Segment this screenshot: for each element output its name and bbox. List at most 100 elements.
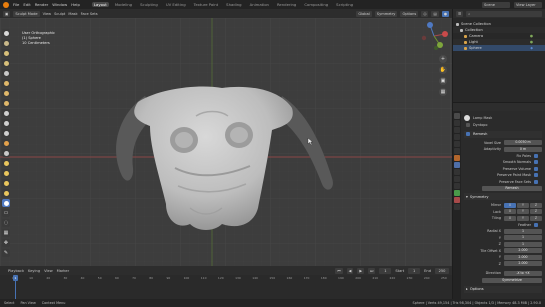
tiling-x-toggle[interactable]: X	[504, 215, 516, 221]
play-reverse-icon[interactable]: ◀	[346, 267, 354, 274]
jump-start-icon[interactable]: ⏮	[335, 267, 343, 274]
jump-end-icon[interactable]: ⏭	[368, 267, 376, 274]
mask-brush-icon[interactable]	[2, 199, 10, 207]
tiling-z-toggle[interactable]: Z	[530, 215, 542, 221]
view-layer-selector[interactable]: View Layer	[514, 1, 542, 8]
lock-y-toggle[interactable]: Y	[517, 209, 529, 215]
3d-viewport[interactable]	[0, 18, 452, 266]
menu-help[interactable]: Help	[71, 2, 80, 7]
xray-toggle-icon[interactable]: ▤	[431, 10, 439, 17]
radial-y-field[interactable]: 1	[504, 235, 542, 241]
world-tab-icon[interactable]	[454, 148, 460, 154]
navigation-gizmo[interactable]	[418, 20, 450, 52]
perspective-toggle-icon[interactable]: ▦	[439, 88, 447, 96]
fill-brush-icon[interactable]	[2, 129, 10, 137]
lock-z-toggle[interactable]: Z	[530, 209, 542, 215]
physics-tab-icon[interactable]	[454, 176, 460, 182]
fix-poles-checkbox[interactable]	[534, 153, 538, 158]
zoom-icon[interactable]: +	[439, 55, 447, 63]
rotate-brush-icon[interactable]	[2, 189, 10, 197]
start-frame-field[interactable]: 1	[408, 267, 421, 274]
move-tool-icon[interactable]: ✥	[2, 239, 10, 247]
menu-file[interactable]: File	[13, 2, 19, 7]
modifier-tab-icon[interactable]	[454, 162, 460, 168]
preserve-face-sets-checkbox[interactable]	[534, 179, 538, 184]
mode-selector[interactable]: Sculpt Mode	[13, 10, 40, 17]
camera-view-icon[interactable]: ▣	[439, 77, 447, 85]
crease-brush-icon[interactable]	[2, 99, 10, 107]
view-layer-tab-icon[interactable]	[454, 134, 460, 140]
menu-mask[interactable]: Mask	[68, 12, 77, 16]
tab-layout[interactable]: Layout	[91, 2, 109, 7]
dyntopo-row[interactable]: Dyntopo	[464, 122, 542, 129]
material-tab-icon[interactable]	[454, 197, 460, 203]
draw-sharp-brush-icon[interactable]	[2, 39, 10, 47]
menu-sculpt[interactable]: Sculpt	[54, 12, 65, 16]
preserve-paint-mask-checkbox[interactable]	[534, 173, 538, 178]
lock-x-toggle[interactable]: X	[504, 209, 516, 215]
clay-brush-icon[interactable]	[2, 49, 10, 57]
menu-render[interactable]: Render	[35, 2, 49, 7]
remesh-section-header[interactable]: Remesh	[464, 130, 542, 138]
flatten-brush-icon[interactable]	[2, 119, 10, 127]
remesh-checkbox[interactable]	[466, 132, 470, 136]
shading-solid-icon[interactable]: ●	[441, 10, 449, 17]
menu-edit[interactable]: Edit	[23, 2, 30, 7]
tab-animation[interactable]: Animation	[248, 2, 271, 7]
smooth-normals-checkbox[interactable]	[534, 160, 538, 165]
outliner-editor-icon[interactable]: ☰	[456, 10, 464, 17]
blender-logo-icon[interactable]	[3, 1, 9, 8]
draw-brush-icon[interactable]	[2, 29, 10, 37]
tab-sculpting[interactable]: Sculpting	[138, 2, 160, 7]
object-tab-icon[interactable]	[454, 155, 460, 161]
editor-type-icon[interactable]: ▣	[3, 10, 11, 17]
mesh-filter-icon[interactable]: ▦	[2, 229, 10, 237]
tool-tab-icon[interactable]	[454, 113, 460, 119]
menu-view-timeline[interactable]: View	[44, 269, 53, 273]
tile-offset-z-field[interactable]: 2.000	[504, 261, 542, 267]
timeline-track[interactable]: 0102030405060708090100110120130140150160…	[0, 275, 452, 299]
symmetry-section-header[interactable]: ▾ Symmetry	[464, 193, 542, 200]
brush-name-row[interactable]: Lamp Mask	[464, 113, 542, 122]
texture-tab-icon[interactable]	[454, 204, 460, 210]
annotate-tool-icon[interactable]: ✎	[2, 249, 10, 257]
adaptivity-field[interactable]: 0 m	[504, 146, 542, 152]
menu-marker[interactable]: Marker	[57, 269, 69, 273]
options-dropdown[interactable]: Options	[400, 10, 419, 17]
menu-window[interactable]: Window	[52, 2, 67, 7]
radial-z-field[interactable]: 1	[504, 241, 542, 247]
smooth-brush-icon[interactable]	[2, 109, 10, 117]
tab-compositing[interactable]: Compositing	[302, 2, 330, 7]
tile-offset-y-field[interactable]: 2.000	[504, 254, 542, 260]
grab-brush-icon[interactable]	[2, 159, 10, 167]
current-frame-field[interactable]: 1	[379, 267, 392, 274]
play-icon[interactable]: ▶	[357, 267, 365, 274]
menu-playback[interactable]: Playback	[8, 269, 24, 273]
symmetrize-direction-select[interactable]: -X to +X	[504, 270, 542, 276]
symmetry-dropdown[interactable]: Symmetry	[374, 10, 398, 17]
mirror-z-toggle[interactable]: Z	[530, 202, 542, 208]
layer-brush-icon[interactable]	[2, 69, 10, 77]
mirror-y-toggle[interactable]: Y	[517, 202, 529, 208]
menu-face-sets[interactable]: Face Sets	[81, 12, 98, 16]
feather-checkbox[interactable]	[534, 222, 538, 227]
render-tab-icon[interactable]	[454, 120, 460, 126]
dyntopo-checkbox[interactable]	[466, 123, 470, 128]
tile-offset-x-field[interactable]: 2.000	[504, 248, 542, 254]
end-frame-field[interactable]: 250	[435, 267, 449, 274]
constraints-tab-icon[interactable]	[454, 183, 460, 189]
options-section-header[interactable]: ▸ Options	[464, 285, 542, 293]
transform-orientation[interactable]: Global	[356, 10, 372, 17]
menu-view[interactable]: View	[43, 12, 52, 16]
particles-tab-icon[interactable]	[454, 169, 460, 175]
overlay-toggle-icon[interactable]: ◎	[421, 10, 429, 17]
tiling-y-toggle[interactable]: Y	[517, 215, 529, 221]
pinch-brush-icon[interactable]	[2, 149, 10, 157]
data-tab-icon[interactable]	[454, 190, 460, 196]
snake-hook-brush-icon[interactable]	[2, 169, 10, 177]
tab-rendering[interactable]: Rendering	[275, 2, 298, 7]
mirror-x-toggle[interactable]: X	[504, 202, 516, 208]
blob-brush-icon[interactable]	[2, 89, 10, 97]
tab-modeling[interactable]: Modeling	[113, 2, 134, 7]
pan-hand-icon[interactable]: ✋	[439, 66, 447, 74]
